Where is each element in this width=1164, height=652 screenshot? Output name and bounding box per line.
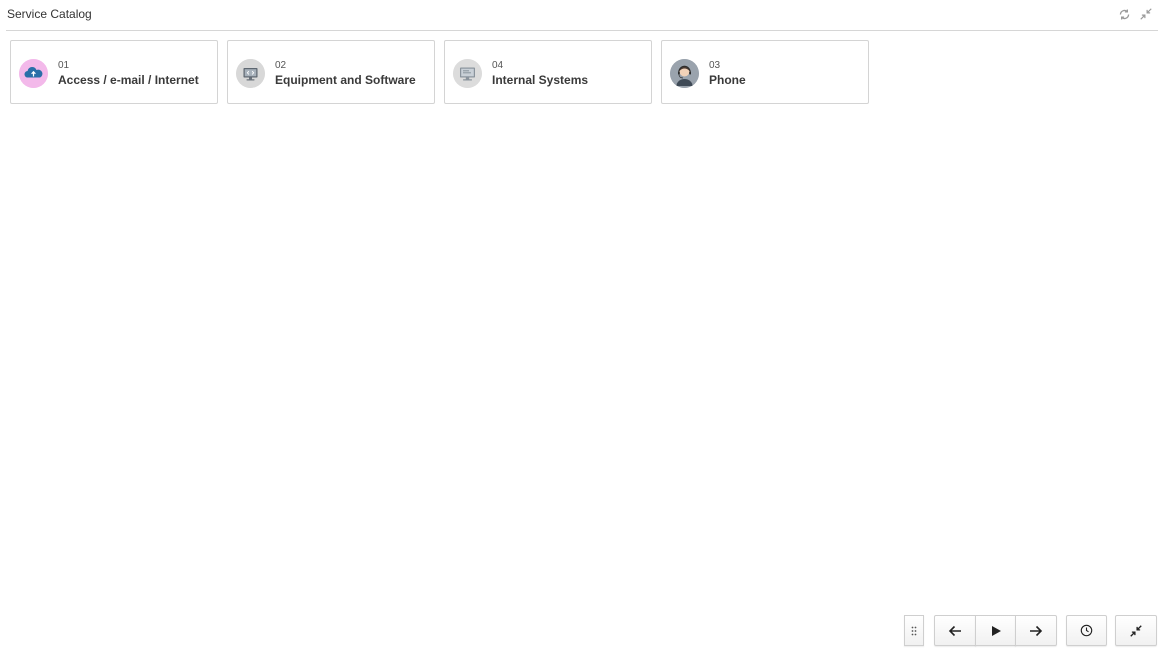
play-button[interactable] [975, 615, 1016, 646]
catalog-card-internal-systems[interactable]: 04 Internal Systems [444, 40, 652, 104]
catalog-card-phone[interactable]: 03 Phone [661, 40, 869, 104]
minimize-button[interactable] [1115, 615, 1157, 646]
card-label: Phone [709, 73, 746, 87]
back-button[interactable] [934, 615, 976, 646]
play-icon [991, 625, 1001, 636]
drag-handle[interactable] [904, 615, 924, 646]
card-number: 03 [709, 60, 721, 71]
refresh-button[interactable] [1116, 6, 1132, 22]
catalog-cards: 01 Access / e-mail / Internet 02 Equipme… [10, 40, 869, 104]
minimize-icon [1130, 624, 1142, 637]
drag-handle-icon [911, 626, 917, 635]
refresh-icon [1119, 8, 1129, 20]
card-number: 04 [492, 60, 504, 71]
header-actions [1116, 6, 1154, 22]
arrow-left-icon [948, 625, 961, 636]
forward-button[interactable] [1015, 615, 1057, 646]
collapse-icon [1140, 8, 1152, 20]
catalog-card-access[interactable]: 01 Access / e-mail / Internet [10, 40, 218, 104]
header-divider [6, 30, 1158, 31]
page-title: Service Catalog [7, 7, 92, 21]
monitor-icon [236, 59, 265, 88]
collapse-button[interactable] [1138, 6, 1154, 22]
card-label: Access / e-mail / Internet [58, 73, 199, 87]
cloud-icon [19, 59, 48, 88]
card-label: Equipment and Software [275, 73, 416, 87]
history-button[interactable] [1066, 615, 1107, 646]
clock-icon [1080, 624, 1093, 637]
arrow-right-icon [1030, 625, 1043, 636]
card-label: Internal Systems [492, 73, 589, 87]
computer-icon [453, 59, 482, 88]
card-number: 01 [58, 60, 70, 71]
catalog-card-equipment[interactable]: 02 Equipment and Software [227, 40, 435, 104]
card-number: 02 [275, 60, 287, 71]
support-agent-icon [670, 59, 699, 88]
header: Service Catalog [0, 0, 1164, 31]
